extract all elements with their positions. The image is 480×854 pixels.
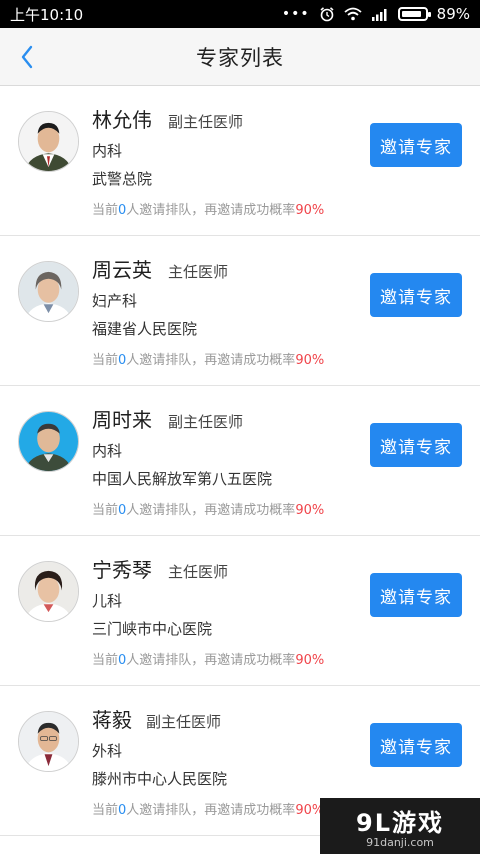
expert-title: 主任医师 — [168, 563, 229, 581]
invite-expert-button[interactable]: 邀请专家 — [370, 273, 462, 317]
success-rate: 90% — [295, 503, 325, 518]
queue-middle: 人邀请排队，再邀请成功概率 — [126, 803, 296, 818]
expert-hospital: 滕州市中心人民医院 — [92, 770, 228, 788]
wifi-icon — [344, 7, 362, 21]
status-time: 上午10:10 — [10, 5, 84, 24]
success-rate: 90% — [295, 203, 325, 218]
page-title: 专家列表 — [196, 45, 284, 70]
queue-status: 当前0人邀请排队，再邀请成功概率90% — [92, 349, 324, 368]
queue-middle: 人邀请排队，再邀请成功概率 — [126, 353, 296, 368]
avatar — [18, 111, 79, 172]
queue-status: 当前0人邀请排队，再邀请成功概率90% — [92, 499, 324, 518]
success-rate: 90% — [295, 653, 325, 668]
expert-department: 内科 — [92, 442, 123, 460]
expert-name: 林允伟 — [92, 108, 152, 132]
queue-status: 当前0人邀请排队，再邀请成功概率90% — [92, 649, 324, 668]
queue-status: 当前0人邀请排队，再邀请成功概率90% — [92, 199, 324, 218]
queue-prefix: 当前 — [92, 503, 119, 518]
queue-prefix: 当前 — [92, 203, 119, 218]
queue-middle: 人邀请排队，再邀请成功概率 — [126, 653, 296, 668]
avatar — [18, 261, 79, 322]
chevron-left-icon[interactable] — [12, 42, 42, 72]
watermark-domain: 91danji.com — [366, 836, 434, 849]
avatar — [18, 561, 79, 622]
status-bar: 上午10:10 ••• 89% — [0, 0, 480, 28]
expert-department: 外科 — [92, 742, 123, 760]
watermark-logo: 9L游戏 91danji.com — [320, 798, 480, 854]
expert-list: 林允伟 副主任医师 内科 武警总院 当前0人邀请排队，再邀请成功概率90% 邀请… — [0, 86, 480, 836]
avatar — [18, 411, 79, 472]
signal-icon — [371, 9, 387, 21]
expert-hospital: 三门峡市中心医院 — [92, 620, 213, 638]
navigation-bar: 专家列表 — [0, 28, 480, 86]
expert-card[interactable]: 宁秀琴 主任医师 儿科 三门峡市中心医院 当前0人邀请排队，再邀请成功概率90%… — [0, 536, 480, 686]
status-icons: ••• 89% — [282, 5, 470, 23]
expert-department: 妇产科 — [92, 292, 138, 310]
expert-title: 主任医师 — [168, 263, 229, 281]
expert-name: 蒋毅 — [92, 708, 132, 732]
invite-expert-button[interactable]: 邀请专家 — [370, 723, 462, 767]
invite-expert-button[interactable]: 邀请专家 — [370, 573, 462, 617]
queue-status: 当前0人邀请排队，再邀请成功概率90% — [92, 799, 324, 818]
queue-prefix: 当前 — [92, 353, 119, 368]
expert-department: 内科 — [92, 142, 123, 160]
expert-name: 宁秀琴 — [92, 558, 152, 582]
expert-card[interactable]: 林允伟 副主任医师 内科 武警总院 当前0人邀请排队，再邀请成功概率90% 邀请… — [0, 86, 480, 236]
queue-prefix: 当前 — [92, 653, 119, 668]
more-dots-icon: ••• — [281, 6, 310, 22]
invite-expert-button[interactable]: 邀请专家 — [370, 423, 462, 467]
expert-card[interactable]: 周云英 主任医师 妇产科 福建省人民医院 当前0人邀请排队，再邀请成功概率90%… — [0, 236, 480, 386]
expert-card[interactable]: 周时来 副主任医师 内科 中国人民解放军第八五医院 当前0人邀请排队，再邀请成功… — [0, 386, 480, 536]
expert-hospital: 福建省人民医院 — [92, 320, 198, 338]
expert-title: 副主任医师 — [168, 413, 244, 431]
queue-middle: 人邀请排队，再邀请成功概率 — [126, 203, 296, 218]
battery-percent: 89% — [436, 5, 470, 23]
success-rate: 90% — [295, 353, 325, 368]
expert-name: 周云英 — [92, 258, 152, 282]
expert-name: 周时来 — [92, 408, 152, 432]
expert-department: 儿科 — [92, 592, 123, 610]
battery-icon — [397, 7, 431, 21]
expert-title: 副主任医师 — [168, 113, 244, 131]
queue-middle: 人邀请排队，再邀请成功概率 — [126, 503, 296, 518]
queue-prefix: 当前 — [92, 803, 119, 818]
avatar — [18, 711, 79, 772]
expert-hospital: 武警总院 — [92, 170, 153, 188]
invite-expert-button[interactable]: 邀请专家 — [370, 123, 462, 167]
expert-title: 副主任医师 — [146, 713, 222, 731]
expert-hospital: 中国人民解放军第八五医院 — [92, 470, 273, 488]
watermark-brand: 9L游戏 — [356, 809, 444, 837]
alarm-icon — [320, 7, 334, 22]
